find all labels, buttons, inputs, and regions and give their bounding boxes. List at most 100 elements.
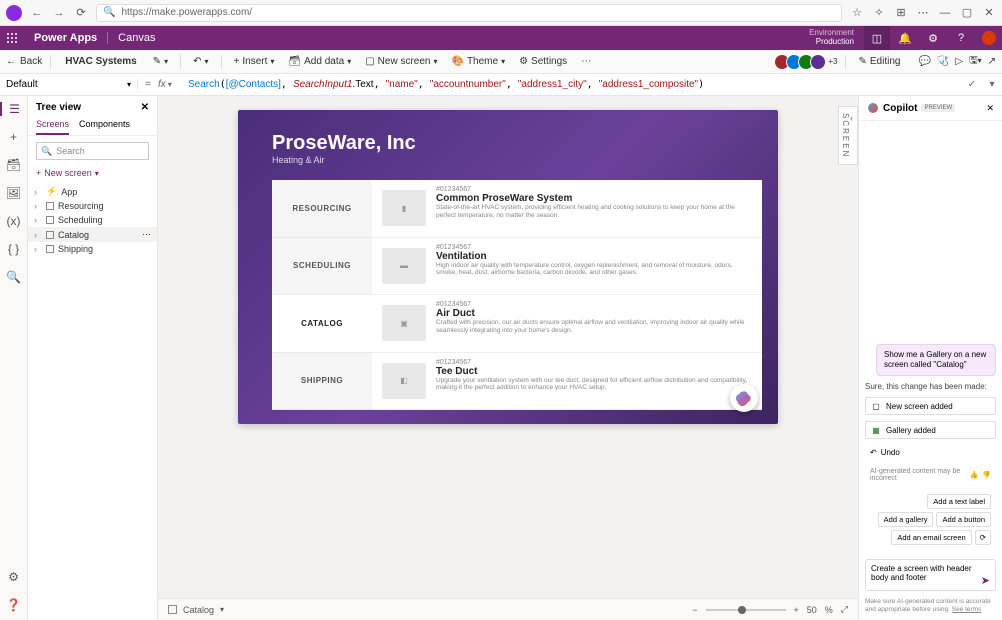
copilot-input[interactable]: Create a screen with header body and foo… [865, 559, 996, 591]
rail-search-icon[interactable]: 🔍 [0, 270, 27, 284]
undo-button[interactable]: ↶ Undo [865, 445, 996, 460]
close-icon[interactable]: ✕ [141, 102, 149, 113]
suggestion-chip[interactable]: Add a text label [927, 494, 991, 509]
insert-button[interactable]: + Insert ▾ [230, 56, 279, 67]
browser-collections-icon[interactable]: ⊞ [894, 6, 908, 19]
suggestion-chip[interactable]: Add a gallery [878, 512, 934, 527]
thumbs-up-icon[interactable]: 👍 [970, 471, 979, 479]
profile-avatar[interactable] [6, 5, 22, 21]
publish-icon[interactable]: ↗ [988, 56, 996, 67]
rail-data-icon[interactable]: 🗃 [0, 158, 27, 172]
settings-button[interactable]: ⚙ Settings [515, 56, 571, 67]
browser-more-icon[interactable]: ⋯ [916, 6, 930, 19]
environment-picker[interactable]: Environment Production [809, 29, 862, 47]
tree-search-input[interactable]: 🔍 Search [36, 142, 149, 160]
rail-media-icon[interactable]: 🖼 [0, 186, 27, 200]
environment-name: Production [816, 38, 854, 47]
window-maximize-icon[interactable]: ▢ [960, 6, 974, 19]
thumbs-down-icon[interactable]: 👎 [982, 471, 991, 479]
user-menu-icon[interactable] [976, 26, 1002, 50]
rail-insert-icon[interactable]: + [0, 130, 27, 144]
suggestion-chip[interactable]: Add an email screen [891, 530, 971, 545]
tree-item-scheduling[interactable]: ›Scheduling [28, 213, 157, 227]
close-icon[interactable]: ✕ [986, 103, 994, 114]
fx-label[interactable]: fx▾ [158, 79, 184, 90]
browser-back-icon[interactable]: ← [30, 7, 44, 19]
undo-button[interactable]: ↶ ▾ [189, 56, 212, 67]
edit-name-button[interactable]: ✎ ▾ [149, 56, 172, 67]
chevron-down-icon: ▾ [127, 80, 131, 89]
zoom-out-button[interactable]: − [692, 605, 697, 615]
property-selector[interactable]: Default ▾ [0, 79, 138, 90]
command-bar: ← Back HVAC Systems ✎ ▾ ↶ ▾ + Insert ▾ 🗃… [0, 50, 1002, 74]
browser-extensions-icon[interactable]: ✧ [872, 6, 886, 19]
help-icon[interactable]: ? [948, 26, 974, 50]
app-preview[interactable]: ProseWare, Inc Heating & Air RESOURCING … [238, 110, 778, 424]
back-button[interactable]: ← Back [6, 56, 42, 67]
formula-expand-icon[interactable]: ▾ [982, 79, 1002, 90]
app-launcher-icon[interactable] [0, 33, 24, 43]
product-desc: Upgrade your ventilation system with our… [436, 377, 752, 393]
notifications-icon[interactable]: 🔔 [892, 26, 918, 50]
preview-gallery[interactable]: ▮ #01234567 Common ProseWare System Stat… [372, 180, 762, 410]
nav-catalog[interactable]: CATALOG [272, 295, 372, 353]
presence-avatars[interactable]: +3 [778, 54, 837, 70]
window-close-icon[interactable]: ✕ [982, 6, 996, 19]
share-icon[interactable]: ◫ [864, 26, 890, 50]
fit-screen-icon[interactable]: ⤢ [841, 604, 848, 615]
zoom-slider[interactable] [706, 609, 786, 611]
tab-screens[interactable]: Screens [36, 119, 69, 135]
refresh-suggestions-icon[interactable]: ⟳ [975, 530, 991, 545]
nav-shipping[interactable]: SHIPPING [272, 353, 372, 411]
add-data-button[interactable]: 🗃 Add data ▾ [284, 56, 355, 67]
comments-icon[interactable]: 💬 [918, 56, 930, 67]
nav-scheduling[interactable]: SCHEDULING [272, 238, 372, 296]
window-minimize-icon[interactable]: — [938, 7, 952, 19]
save-icon[interactable]: 🖫▾ [969, 53, 982, 70]
gallery-card[interactable]: ◧ #01234567 Tee Duct Upgrade your ventil… [372, 353, 762, 411]
gallery-card[interactable]: ▮ #01234567 Common ProseWare System Stat… [372, 180, 762, 238]
send-icon[interactable]: ➤ [981, 574, 990, 587]
product-desc: State-of-the-art HVAC system, providing … [436, 204, 752, 220]
tab-components[interactable]: Components [79, 119, 130, 135]
action-new-screen[interactable]: ▢ New screen added [865, 397, 996, 415]
tree-item-app[interactable]: ›⚡App [28, 184, 157, 199]
rail-tree-icon[interactable]: ☰ [0, 102, 27, 116]
browser-refresh-icon[interactable]: ⟳ [74, 6, 88, 19]
tree-title: Tree view [36, 102, 81, 113]
tree-new-screen-button[interactable]: + New screen ▾ [36, 168, 149, 178]
rail-advanced-icon[interactable]: { } [0, 242, 27, 256]
new-screen-button[interactable]: ▢ New screen ▾ [361, 56, 441, 67]
browser-star-icon[interactable]: ☆ [850, 6, 864, 19]
gallery-card[interactable]: ▣ #01234567 Air Duct Crafted with precis… [372, 295, 762, 353]
tree-item-shipping[interactable]: ›Shipping [28, 242, 157, 256]
suggestion-chip[interactable]: Add a button [936, 512, 991, 527]
more-commands-icon[interactable]: ⋯ [577, 56, 595, 67]
rail-settings-icon[interactable]: ⚙ [6, 570, 21, 584]
formula-input[interactable]: Search([@Contacts], SearchInput1.Text, "… [184, 79, 962, 90]
zoom-in-button[interactable]: + [794, 605, 799, 615]
preview-badge: PREVIEW [921, 104, 955, 112]
formula-format-icon[interactable]: ✓ [962, 79, 982, 90]
screen-collapse-tab[interactable]: ‹ SCREEN [838, 106, 858, 165]
tree-item-catalog[interactable]: ›Catalog⋯ [28, 227, 157, 242]
settings-icon[interactable]: ⚙ [920, 26, 946, 50]
rail-variables-icon[interactable]: (x) [0, 214, 27, 228]
action-gallery[interactable]: ▦ Gallery added [865, 421, 996, 439]
tree-item-resourcing[interactable]: ›Resourcing [28, 199, 157, 213]
rail-ask-icon[interactable]: ❓ [6, 598, 21, 612]
theme-button[interactable]: 🎨 Theme ▾ [447, 56, 509, 67]
browser-forward-icon[interactable]: → [52, 7, 66, 19]
chevron-down-icon[interactable]: ▾ [220, 605, 224, 614]
editing-mode-button[interactable]: ✎ Editing [854, 56, 904, 67]
preview-icon[interactable]: ▷ [955, 56, 963, 67]
nav-resourcing[interactable]: RESOURCING [272, 180, 372, 238]
address-bar[interactable]: 🔍 https://make.powerapps.com/ [96, 4, 842, 22]
suite-brand[interactable]: Power Apps [24, 32, 107, 44]
item-more-icon[interactable]: ⋯ [142, 229, 151, 240]
copilot-fab[interactable] [730, 384, 758, 412]
product-desc: High indoor air quality with temperature… [436, 262, 752, 278]
checker-icon[interactable]: 🩺 [937, 56, 949, 67]
terms-link[interactable]: See terms [952, 606, 982, 613]
gallery-card[interactable]: ▬ #01234567 Ventilation High indoor air … [372, 238, 762, 296]
